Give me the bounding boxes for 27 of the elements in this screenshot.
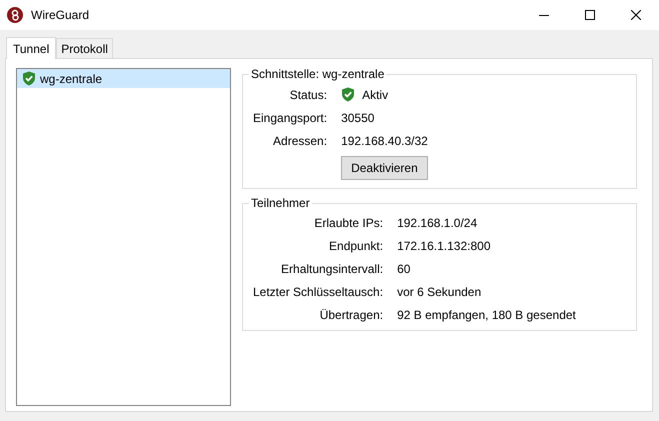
field-value: 92 B empfangen, 180 B gesendet bbox=[397, 308, 577, 322]
group-title: Schnittstelle: wg-zentrale bbox=[249, 67, 386, 81]
field-value: 60 bbox=[397, 262, 412, 276]
group-title: Teilnehmer bbox=[249, 196, 312, 210]
field-label: Erlaubte IPs: bbox=[313, 216, 384, 230]
field-value: 192.168.40.3/32 bbox=[341, 134, 429, 148]
field-value: 172.16.1.132:800 bbox=[397, 239, 492, 253]
deactivate-button[interactable]: Deaktivieren bbox=[341, 156, 428, 180]
window-title: WireGuard bbox=[31, 8, 90, 22]
status-value: Aktiv bbox=[362, 88, 388, 102]
close-icon bbox=[631, 10, 641, 20]
field-label: Erhaltungsintervall: bbox=[280, 262, 384, 276]
field-value: vor 6 Sekunden bbox=[397, 285, 482, 299]
field-label: Letzter Schlüsseltausch: bbox=[253, 285, 384, 299]
app-logo-icon bbox=[7, 7, 23, 23]
field-value: 192.168.1.0/24 bbox=[397, 216, 478, 230]
field-value: 30550 bbox=[341, 111, 376, 125]
field-label: Übertragen: bbox=[318, 308, 384, 322]
field-label: Eingangsport: bbox=[253, 111, 328, 125]
field-label: Adressen: bbox=[272, 134, 328, 148]
tab[interactable]: Tunnel bbox=[6, 37, 56, 59]
field-label: Status: bbox=[288, 88, 328, 102]
tunnel-item[interactable]: wg-zentrale bbox=[17, 69, 230, 88]
tab[interactable]: Protokoll bbox=[56, 38, 113, 58]
maximize-icon bbox=[585, 10, 595, 20]
field-label: Endpunkt: bbox=[328, 239, 384, 253]
tunnel-name: wg-zentrale bbox=[40, 72, 102, 86]
